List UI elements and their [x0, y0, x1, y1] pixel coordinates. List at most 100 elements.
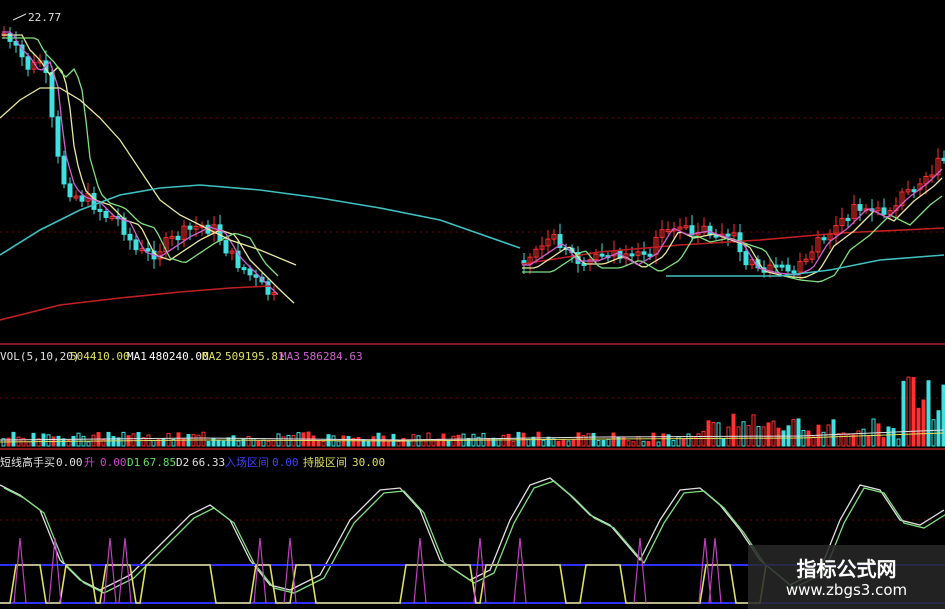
candle-body — [127, 233, 133, 241]
candle-body — [79, 195, 85, 202]
candle-body — [707, 225, 713, 236]
candle-body — [61, 155, 67, 185]
volume-bar — [696, 433, 701, 447]
indicator-legend-hold-label: 持股区间 — [303, 455, 347, 469]
candle-body — [779, 264, 785, 268]
ma-green-line — [2, 37, 279, 277]
volume-bar — [831, 419, 836, 447]
volume-bar — [636, 436, 641, 447]
volume-bar — [236, 440, 241, 447]
volume-legend-ma3-label: MA3 — [280, 350, 300, 363]
volume-bar — [441, 433, 446, 447]
volume-bar — [901, 380, 906, 447]
volume-bar — [166, 432, 171, 447]
candle-body — [247, 268, 253, 276]
volume-bar — [936, 410, 941, 447]
volume-bar — [886, 426, 891, 447]
candle-body — [67, 183, 73, 198]
indicator-rise-spike — [413, 537, 427, 604]
candle-body — [91, 192, 97, 210]
price-grid — [0, 117, 945, 521]
volume-bar — [536, 431, 541, 447]
indicator-legend-d2-value: 66.33 — [192, 456, 225, 469]
indicator-legend-d2-label: D2 — [176, 456, 189, 469]
volume-bar — [151, 439, 156, 447]
volume-bar — [926, 380, 931, 447]
indicator-legend-buy-value: 0.00 — [56, 456, 83, 469]
volume-bar — [516, 431, 521, 447]
candle-body — [911, 189, 917, 193]
volume-bar — [911, 376, 916, 447]
volume-bar — [671, 439, 676, 447]
candle-body — [857, 204, 863, 211]
volume-bar — [891, 428, 896, 447]
volume-bar — [826, 424, 831, 447]
volume-bar — [896, 438, 901, 447]
volume-bar — [566, 440, 571, 447]
volume-bar — [86, 441, 91, 447]
volume-bar — [651, 432, 656, 447]
ma-yellow-line-2 — [522, 177, 943, 279]
volume-bar — [556, 440, 561, 447]
ma-long-cyan-line-2 — [666, 254, 945, 277]
volume-bar — [196, 434, 201, 447]
volume-bar — [491, 437, 496, 447]
watermark-url: www.zbgs3.com — [785, 581, 908, 599]
volume-bar — [881, 437, 886, 447]
volume-legend-ma2-label: MA2 — [202, 350, 222, 363]
volume-bar — [61, 438, 66, 447]
volume-bar — [921, 399, 926, 447]
volume-bar — [206, 441, 211, 447]
ma-long-white-line — [0, 87, 297, 266]
indicator-rise-spike — [473, 537, 487, 604]
candle-body — [49, 71, 55, 118]
candle-body — [145, 248, 151, 252]
ma-red-line-2 — [521, 227, 945, 265]
volume-bar — [256, 440, 261, 447]
candle-body — [103, 210, 109, 218]
volume-bar — [866, 435, 871, 447]
volume-bar — [271, 440, 276, 447]
volume-bar — [631, 441, 636, 447]
indicator-rise-spike — [513, 537, 527, 604]
candle-body — [881, 207, 887, 215]
volume-bar — [11, 431, 16, 447]
volume-bar — [731, 413, 736, 447]
candle-body — [629, 253, 635, 257]
volume-bar — [356, 437, 361, 447]
volume-bar — [451, 435, 456, 447]
candle-body — [133, 239, 139, 251]
candle-body — [647, 253, 653, 257]
candle-body — [175, 235, 181, 241]
volume-bar — [266, 440, 271, 447]
indicator-legend-d1-value: 67.85 — [143, 456, 176, 469]
ma-red-line — [0, 285, 271, 321]
volume-legend-ma1-label: MA1 — [127, 350, 147, 363]
volume-bar — [431, 440, 436, 447]
indicator-legend-up-value: 0.00 — [100, 456, 127, 469]
candle-body — [845, 217, 851, 221]
top-price-tick — [12, 13, 27, 21]
volume-bar — [586, 433, 591, 447]
volume-bar — [136, 432, 141, 447]
candle-body — [25, 56, 31, 70]
volume-bar — [336, 440, 341, 447]
volume-bar — [216, 439, 221, 447]
ma-magenta-line-2 — [522, 168, 943, 276]
volume-bar — [626, 440, 631, 447]
volume-bar — [916, 407, 921, 447]
volume-bar — [511, 440, 516, 447]
indicator-legend-entry-value: 0.00 — [272, 456, 299, 469]
volume-bar — [811, 436, 816, 447]
volume-bar — [366, 440, 371, 447]
volume-legend-ma3-value: 586284.63 — [303, 350, 363, 363]
indicator-legend-entry-label: 入场区间 — [225, 455, 269, 469]
indicator-rise-spike — [118, 537, 132, 604]
volume-bar — [611, 432, 616, 447]
volume-legend-value: 504410.00 — [70, 350, 130, 363]
indicator-legend-buy-label: 短线高手买 — [0, 455, 55, 469]
volume-bar — [821, 431, 826, 447]
indicator-legend-hold-value: 30.00 — [352, 456, 385, 469]
candle-body — [187, 225, 193, 230]
volume-bar — [221, 440, 226, 447]
